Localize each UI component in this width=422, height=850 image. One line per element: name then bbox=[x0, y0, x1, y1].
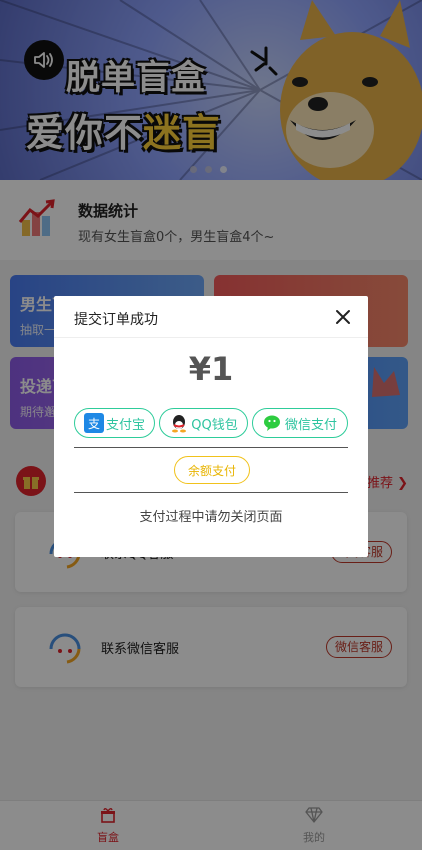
alipay-icon: 支 bbox=[83, 413, 104, 433]
payment-notice: 支付过程中请勿关闭页面 bbox=[139, 510, 283, 525]
divider bbox=[74, 492, 348, 493]
close-icon[interactable] bbox=[334, 308, 352, 326]
divider bbox=[74, 447, 348, 448]
balance-pay-button[interactable]: 余额支付 bbox=[174, 456, 250, 484]
payment-modal: 提交订单成功 ¥1 支 支付宝 QQ钱包 微信支付 余额支付 支付过程中请勿关闭… bbox=[54, 296, 368, 557]
qq-icon bbox=[169, 413, 189, 433]
pay-method-label: QQ钱包 bbox=[191, 417, 238, 433]
qq-wallet-button[interactable]: QQ钱包 bbox=[159, 408, 248, 438]
wechat-pay-button[interactable]: 微信支付 bbox=[252, 408, 348, 438]
svg-text:支: 支 bbox=[88, 417, 100, 430]
modal-title: 提交订单成功 bbox=[74, 312, 158, 328]
alipay-button[interactable]: 支 支付宝 bbox=[74, 408, 155, 438]
wechat-icon bbox=[263, 413, 283, 433]
payment-amount: ¥1 bbox=[188, 350, 234, 388]
pay-method-label: 微信支付 bbox=[284, 417, 337, 433]
pay-methods: 支 支付宝 QQ钱包 微信支付 bbox=[74, 408, 348, 438]
pay-method-label: 支付宝 bbox=[105, 417, 145, 433]
modal-header: 提交订单成功 bbox=[54, 296, 368, 338]
